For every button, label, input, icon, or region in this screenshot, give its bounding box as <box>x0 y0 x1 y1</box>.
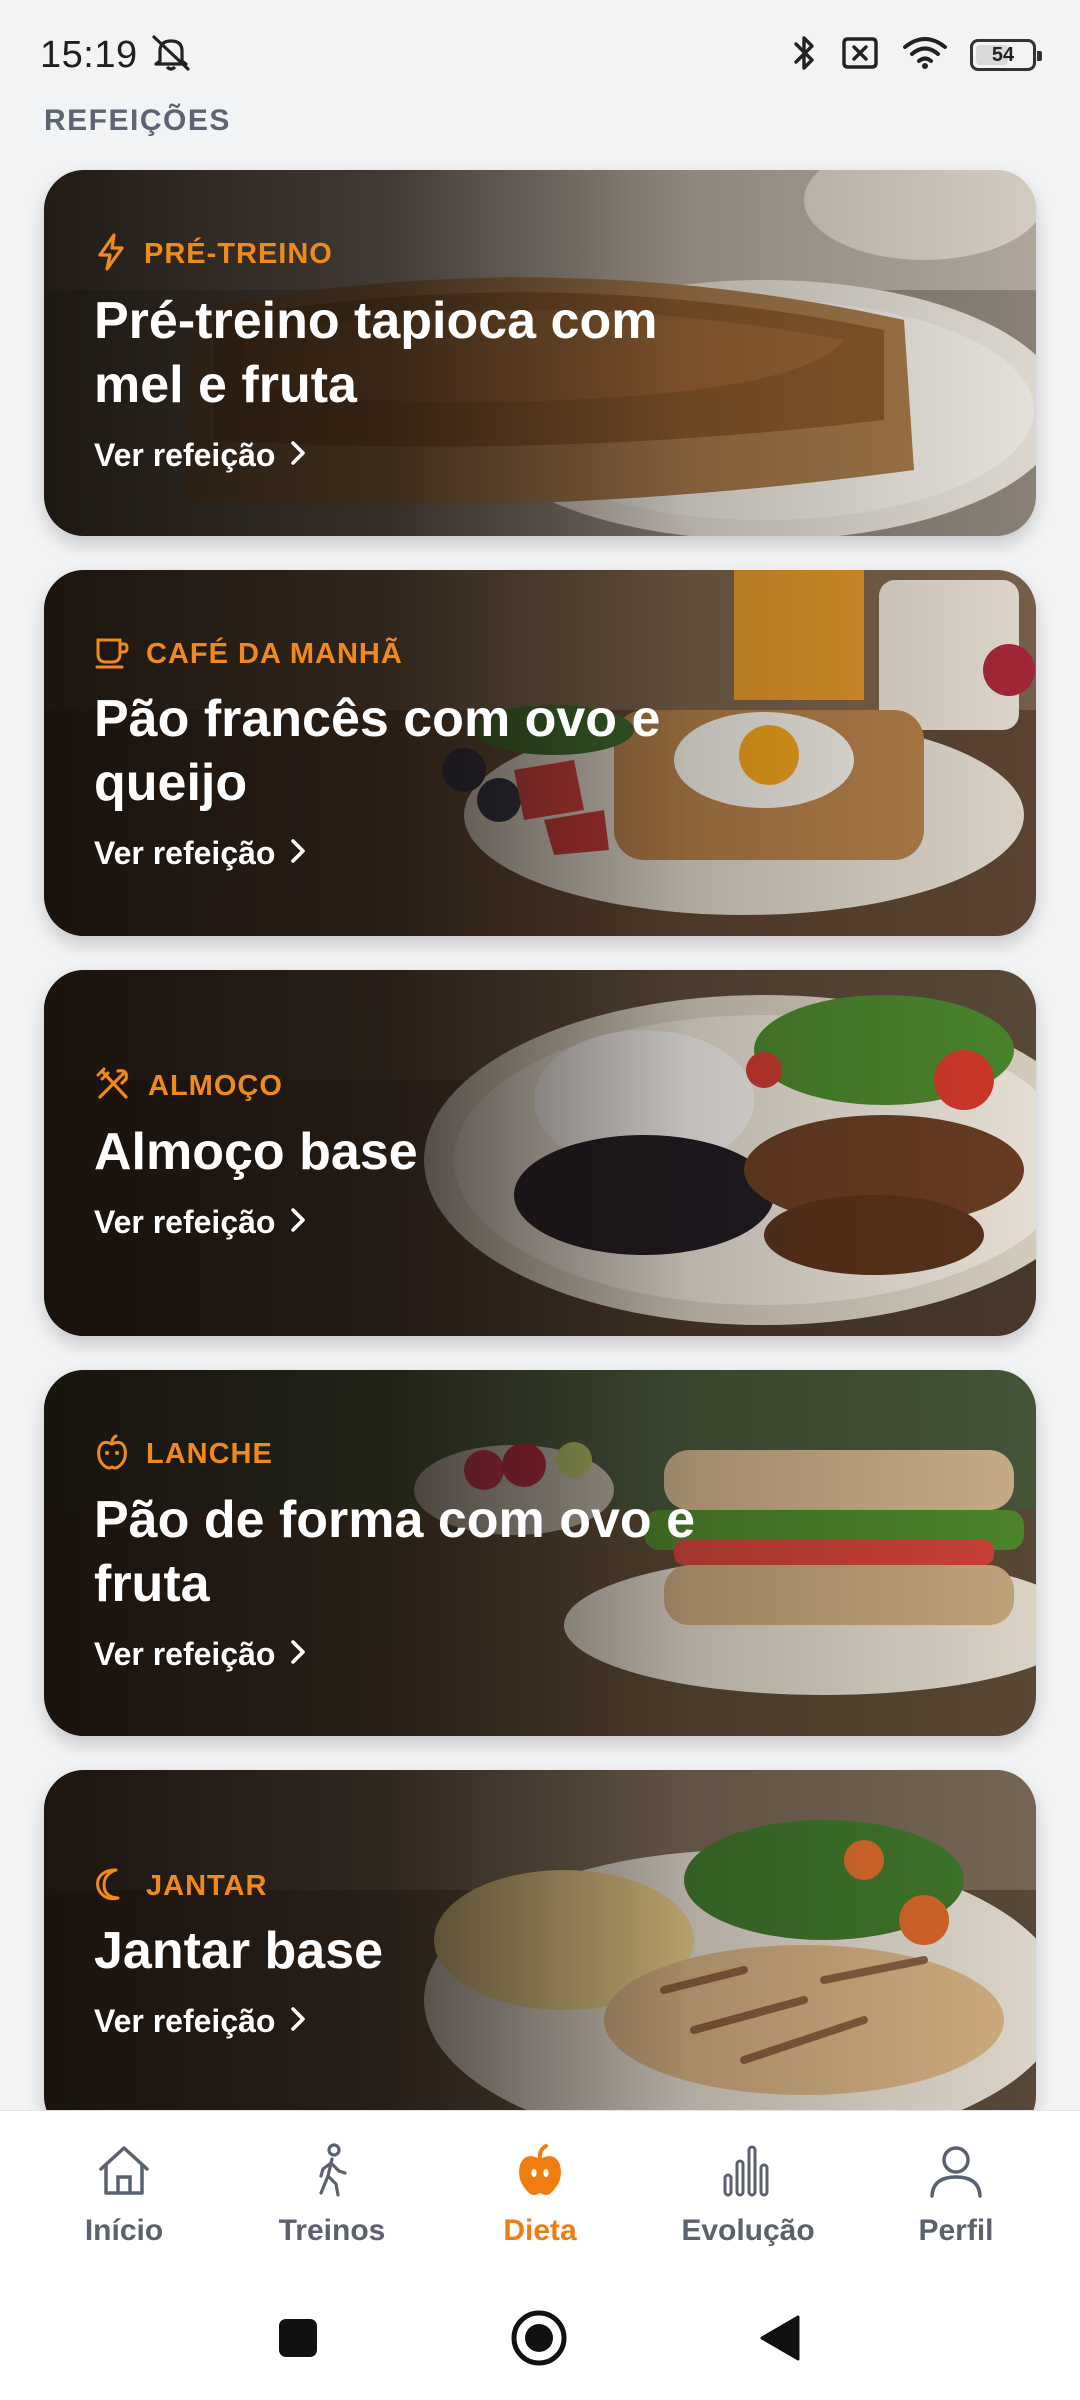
bar-chart-icon <box>719 2143 777 2204</box>
meal-card-almoco[interactable]: ALMOÇO Almoço base Ver refeição <box>44 970 1036 1336</box>
nav-label: Início <box>84 2214 164 2247</box>
meal-card-jantar[interactable]: JANTAR Jantar base Ver refeição <box>44 1770 1036 2136</box>
recents-square-icon[interactable] <box>276 2316 320 2365</box>
view-meal-link[interactable]: Ver refeição <box>94 1204 734 1242</box>
chevron-right-icon <box>289 835 307 873</box>
meal-card-cafe-da-manha[interactable]: CAFÉ DA MANHÃ Pão francês com ovo e quei… <box>44 570 1036 936</box>
chevron-right-icon <box>289 2003 307 2041</box>
view-meal-label: Ver refeição <box>94 1204 276 1240</box>
meal-category: LANCHE <box>146 1437 273 1470</box>
notifications-off-icon <box>148 33 194 78</box>
chevron-right-icon <box>289 1636 307 1674</box>
view-meal-link[interactable]: Ver refeição <box>94 2003 734 2041</box>
status-time: 15:19 <box>40 33 138 76</box>
battery-percent: 54 <box>991 43 1015 66</box>
view-meal-label: Ver refeição <box>94 1636 276 1672</box>
nav-label: Treinos <box>278 2214 386 2247</box>
apple-icon <box>94 1433 130 1476</box>
meal-title: Pré-treino tapioca com mel e fruta <box>94 291 658 414</box>
bottom-navigation: Início Treinos Dieta Evolução Perfil <box>0 2110 1080 2280</box>
meal-card-lanche[interactable]: LANCHE Pão de forma com ovo e fruta Ver … <box>44 1370 1036 1736</box>
meal-title: Jantar base <box>94 1921 384 1980</box>
view-meal-link[interactable]: Ver refeição <box>94 835 734 873</box>
home-circle-icon[interactable] <box>510 2309 568 2372</box>
view-meal-link[interactable]: Ver refeição <box>94 1636 734 1674</box>
view-meal-link[interactable]: Ver refeição <box>94 437 734 475</box>
meal-list: PRÉ-TREINO Pré-treino tapioca com mel e … <box>44 170 1036 2170</box>
meal-title: Pão francês com ovo e queijo <box>94 689 661 812</box>
meal-category: CAFÉ DA MANHÃ <box>146 637 403 670</box>
walking-person-icon <box>303 2143 361 2204</box>
back-triangle-icon[interactable] <box>758 2313 804 2368</box>
nav-item-perfil[interactable]: Perfil <box>861 2143 1051 2248</box>
meal-category: PRÉ-TREINO <box>144 237 333 270</box>
chevron-right-icon <box>289 1204 307 1242</box>
page-title: REFEIÇÕES <box>44 104 231 137</box>
nav-item-inicio[interactable]: Início <box>29 2143 219 2248</box>
moon-icon <box>94 1866 130 1907</box>
view-meal-label: Ver refeição <box>94 2003 276 2039</box>
chevron-right-icon <box>289 437 307 475</box>
wifi-icon <box>902 35 948 76</box>
meal-title: Almoço base <box>94 1122 418 1181</box>
nav-label: Dieta <box>503 2214 577 2247</box>
nav-item-evolucao[interactable]: Evolução <box>653 2143 843 2248</box>
apple-icon <box>511 2143 569 2204</box>
coffee-cup-icon <box>94 634 130 675</box>
nav-item-treinos[interactable]: Treinos <box>237 2143 427 2248</box>
battery-icon: 54 <box>970 39 1042 71</box>
home-icon <box>95 2143 153 2204</box>
nav-label: Evolução <box>681 2214 815 2247</box>
bluetooth-icon <box>792 33 818 78</box>
nav-label: Perfil <box>918 2214 994 2247</box>
meal-category: ALMOÇO <box>148 1069 283 1102</box>
meal-title: Pão de forma com ovo e fruta <box>94 1490 696 1613</box>
view-meal-label: Ver refeição <box>94 835 276 871</box>
view-meal-label: Ver refeição <box>94 437 276 473</box>
meal-card-pre-treino[interactable]: PRÉ-TREINO Pré-treino tapioca com mel e … <box>44 170 1036 536</box>
person-icon <box>927 2143 985 2204</box>
nav-item-dieta[interactable]: Dieta <box>445 2143 635 2248</box>
meal-category: JANTAR <box>146 1869 268 1902</box>
no-sim-icon <box>840 35 880 76</box>
utensils-icon <box>94 1065 132 1108</box>
status-bar: 15:19 54 <box>0 0 1080 110</box>
system-navigation <box>0 2280 1080 2400</box>
lightning-icon <box>94 232 128 277</box>
